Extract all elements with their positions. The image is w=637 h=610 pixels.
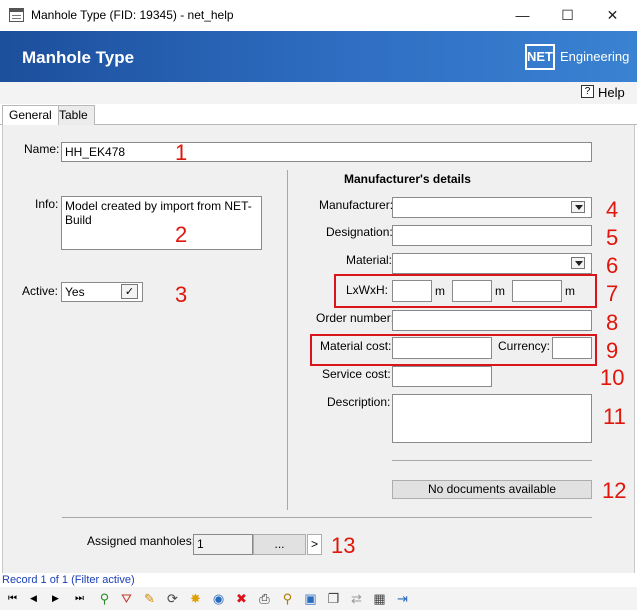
unit-label: m xyxy=(435,284,445,298)
assigned-next-button[interactable]: > xyxy=(307,534,322,555)
column-divider xyxy=(287,170,288,510)
help-link[interactable]: Help xyxy=(598,85,625,100)
logo-text: Engineering xyxy=(560,49,630,64)
print-icon[interactable]: ⎙ xyxy=(256,590,273,607)
annotation-5: 5 xyxy=(606,225,619,250)
app-icon xyxy=(9,8,24,22)
annotation-12: 12 xyxy=(602,478,627,503)
record-status: Record 1 of 1 (Filter active) xyxy=(2,574,135,586)
annotation-1: 1 xyxy=(175,140,188,165)
help-bar xyxy=(0,82,637,104)
copy-icon[interactable]: ❐ xyxy=(325,590,342,607)
annotation-8: 8 xyxy=(606,310,619,335)
material-dropdown[interactable] xyxy=(392,253,592,274)
description-label: Description: xyxy=(327,395,391,409)
unit-label: m xyxy=(565,284,575,298)
order-number-label: Order number: xyxy=(316,311,395,325)
filter-add-icon[interactable]: ⚲ xyxy=(96,590,113,607)
next-record-icon[interactable]: ▶ xyxy=(47,590,64,607)
delete-icon[interactable]: ✖ xyxy=(233,590,250,607)
previous-record-icon[interactable]: ◀ xyxy=(25,590,42,607)
bottom-divider xyxy=(62,517,592,518)
service-cost-label: Service cost: xyxy=(322,367,391,381)
page-title: Manhole Type xyxy=(22,48,135,67)
service-cost-field[interactable] xyxy=(392,366,492,387)
first-record-icon[interactable]: ⏮ xyxy=(4,590,21,607)
currency-label: Currency: xyxy=(498,339,551,353)
info-label: Info: xyxy=(35,197,59,211)
close-button[interactable]: ✕ xyxy=(590,0,635,31)
currency-field[interactable] xyxy=(552,337,592,359)
checkmark-icon[interactable]: ✓ xyxy=(121,284,138,299)
assigned-manholes-label: Assigned manholes: xyxy=(87,534,196,548)
material-cost-field[interactable] xyxy=(392,337,492,359)
manufacturer-label: Manufacturer: xyxy=(319,198,394,212)
annotation-7: 7 xyxy=(606,281,619,306)
minimize-button[interactable]: — xyxy=(500,0,545,31)
annotation-3: 3 xyxy=(175,282,188,307)
chevron-down-icon[interactable] xyxy=(571,201,585,213)
maximize-button[interactable]: ☐ xyxy=(545,0,590,31)
annotation-10: 10 xyxy=(600,365,625,390)
documents-divider xyxy=(392,460,592,461)
name-label: Name: xyxy=(24,142,60,156)
unit-label: m xyxy=(495,284,505,298)
width-field[interactable] xyxy=(452,280,492,302)
window-title: Manhole Type (FID: 19345) - net_help xyxy=(31,8,234,22)
active-value: Yes xyxy=(65,285,85,299)
help-icon[interactable]: ? xyxy=(581,85,594,98)
last-record-icon[interactable]: ⏭ xyxy=(71,590,88,607)
height-field[interactable] xyxy=(512,280,562,302)
material-cost-label: Material cost: xyxy=(320,339,392,353)
zoom-icon[interactable]: ⚲ xyxy=(279,590,296,607)
assigned-manholes-count: 1 xyxy=(193,534,253,555)
table-icon[interactable]: ▦ xyxy=(371,590,388,607)
designation-label: Designation: xyxy=(326,225,393,239)
tab-general[interactable]: General xyxy=(2,105,59,126)
annotation-9: 9 xyxy=(606,338,619,363)
manufacturer-section-title: Manufacturer's details xyxy=(344,172,471,186)
dimensions-label: LxWxH: xyxy=(346,283,388,297)
documents-button[interactable]: No documents available xyxy=(392,480,592,499)
chevron-down-icon[interactable] xyxy=(571,257,585,269)
length-field[interactable] xyxy=(392,280,432,302)
info-field[interactable]: Model created by import from NET-Build xyxy=(61,196,262,250)
annotation-2: 2 xyxy=(175,222,188,247)
globe-icon[interactable]: ◉ xyxy=(210,590,227,607)
edit-icon[interactable]: ✎ xyxy=(141,590,158,607)
new-record-icon[interactable]: ✸ xyxy=(187,590,204,607)
annotation-6: 6 xyxy=(606,253,619,278)
annotation-11: 11 xyxy=(603,404,626,429)
description-field[interactable] xyxy=(392,394,592,443)
annotation-4: 4 xyxy=(606,197,619,222)
exit-icon[interactable]: ⇥ xyxy=(394,590,411,607)
manufacturer-dropdown[interactable] xyxy=(392,197,592,218)
assigned-more-button[interactable]: ... xyxy=(253,534,306,555)
designation-field[interactable] xyxy=(392,225,592,246)
net-logo: NET xyxy=(525,44,555,70)
filter-icon[interactable]: ⛛ xyxy=(118,590,135,607)
order-number-field[interactable] xyxy=(392,310,592,331)
move-icon[interactable]: ⇄ xyxy=(348,590,365,607)
annotation-13: 13 xyxy=(331,533,356,558)
select-icon[interactable]: ▣ xyxy=(302,590,319,607)
refresh-icon[interactable]: ⟳ xyxy=(164,590,181,607)
active-label: Active: xyxy=(22,284,59,298)
name-field[interactable]: HH_EK478 xyxy=(61,142,592,162)
material-label: Material: xyxy=(346,253,393,267)
